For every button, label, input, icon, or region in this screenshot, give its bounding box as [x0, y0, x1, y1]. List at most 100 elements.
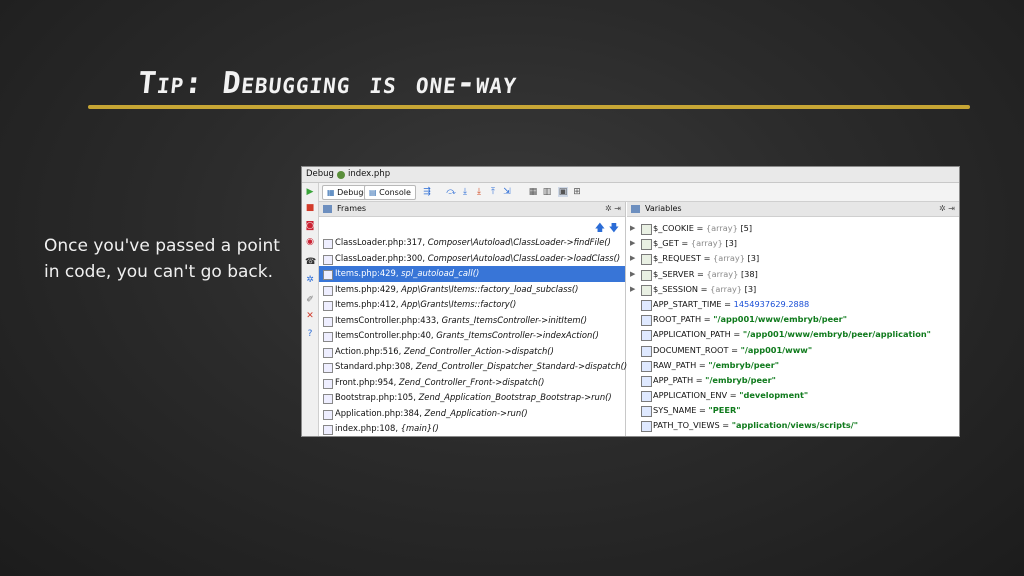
- variable-row[interactable]: APPLICATION_PATH = "/app001/www/embryb/p…: [627, 327, 959, 342]
- step-over-icon[interactable]: ⤼: [446, 187, 456, 197]
- listen-debug-icon[interactable]: ☎: [305, 257, 316, 267]
- debugger-tab-icon: ▦: [327, 188, 335, 197]
- close-icon[interactable]: ✕: [305, 311, 315, 321]
- variable-row[interactable]: ROOT_PATH = "/app001/www/embryb/peer": [627, 312, 959, 327]
- variable-name: $_SERVER =: [653, 268, 707, 279]
- expand-arrow-icon[interactable]: ▶: [630, 267, 635, 282]
- debug-settings-icon[interactable]: ✲: [305, 275, 315, 285]
- variable-value: "/embryb/peer": [708, 359, 780, 370]
- variable-row[interactable]: APP_PATH = "/embryb/peer": [627, 373, 959, 388]
- frames-tools: 🡅 🡇: [319, 217, 625, 235]
- evaluate-expression-icon[interactable]: ▦: [528, 187, 538, 197]
- frame-row[interactable]: ClassLoader.php:317, Composer\Autoload\C…: [319, 235, 625, 251]
- frame-row[interactable]: Bootstrap.php:105, Zend_Application_Boot…: [319, 390, 625, 406]
- frame-location: Items.php:412,: [335, 299, 402, 309]
- frame-row[interactable]: Items.php:429, App\Grants\Items::factory…: [319, 282, 625, 298]
- restore-layout-icon[interactable]: ⊞: [572, 187, 582, 197]
- constant-icon: [641, 299, 652, 311]
- slide-title: Tip: Debugging is one-way: [136, 66, 519, 101]
- frame-row[interactable]: Items.php:412, App\Grants\Items::factory…: [319, 297, 625, 313]
- console-tab-icon: ▤: [369, 188, 377, 197]
- variable-value: "development": [739, 390, 809, 401]
- variable-row[interactable]: ▶ $_COOKIE = {array} [5]: [627, 221, 959, 236]
- frame-function: {main}(): [400, 423, 439, 433]
- variable-row[interactable]: SYS_NAME = "PEER": [627, 403, 959, 418]
- frame-row[interactable]: Application.php:384, Zend_Application->r…: [319, 406, 625, 422]
- variable-row[interactable]: APP_START_TIME = 1454937629.2888: [627, 297, 959, 312]
- variable-count: [3]: [744, 283, 757, 294]
- variable-type: {array}: [705, 223, 741, 233]
- run-to-cursor-icon[interactable]: ⇲: [502, 187, 512, 197]
- variable-value: "/embryb/peer": [705, 374, 776, 385]
- variable-value: "PEER": [708, 405, 741, 416]
- expand-arrow-icon[interactable]: ▶: [630, 282, 635, 297]
- frame-row[interactable]: Items.php:429, spl_autoload_call(): [319, 266, 625, 282]
- variable-row[interactable]: PATH_TO_VIEWS = "application/views/scrip…: [627, 418, 959, 433]
- variable-row[interactable]: APPLICATION_ENV = "development": [627, 388, 959, 403]
- expand-arrow-icon[interactable]: ▶: [630, 221, 635, 236]
- frame-function: Zend_Controller_Dispatcher_Standard->dis…: [415, 361, 628, 371]
- variable-name: TEMP_DIR =: [653, 436, 706, 437]
- step-into-icon[interactable]: ⤓: [460, 187, 470, 197]
- variable-row[interactable]: ▶ $_SESSION = {array} [3]: [627, 282, 959, 297]
- frame-location: index.php:108,: [335, 423, 401, 433]
- layout-icon[interactable]: ▣: [558, 187, 568, 197]
- frame-location: ClassLoader.php:317,: [335, 237, 428, 247]
- frame-row[interactable]: Action.php:516, Zend_Controller_Action->…: [319, 344, 625, 360]
- frame-row[interactable]: index.php:108, {main}(): [319, 421, 625, 436]
- expand-arrow-icon[interactable]: ▶: [630, 251, 635, 266]
- variable-value: 1454937629.2888: [733, 298, 810, 309]
- resume-icon[interactable]: ▶: [305, 187, 315, 197]
- stop-icon[interactable]: ■: [305, 203, 315, 213]
- settings-icon[interactable]: ▥: [542, 187, 552, 197]
- frame-function: App\Grants\Items::factory_load_subclass(…: [401, 283, 579, 294]
- expand-arrow-icon[interactable]: ▶: [630, 236, 635, 251]
- variable-row[interactable]: DOCUMENT_ROOT = "/app001/www": [627, 343, 959, 358]
- pin-icon[interactable]: ✐: [305, 295, 315, 305]
- view-breakpoints-icon[interactable]: ◙: [305, 221, 315, 231]
- frame-function: Composer\Autoload\ClassLoader->findFile(…: [427, 237, 611, 247]
- step-out-icon[interactable]: ⤒: [488, 187, 498, 197]
- variable-name: DOCUMENT_ROOT =: [653, 344, 741, 355]
- variable-name: $_REQUEST =: [653, 253, 714, 264]
- frame-function: Grants_ItemsController->indexAction(): [436, 330, 599, 340]
- constant-icon: [641, 375, 652, 387]
- variable-name: $_SESSION =: [653, 283, 711, 294]
- constant-icon: [641, 391, 652, 403]
- frame-location: Standard.php:308,: [335, 361, 416, 371]
- help-icon[interactable]: ?: [305, 329, 315, 339]
- constant-icon: [641, 330, 652, 342]
- bug-icon: [336, 170, 345, 179]
- variable-row[interactable]: RAW_PATH = "/embryb/peer": [627, 358, 959, 373]
- frame-function: Grants_ItemsController->initItem(): [441, 314, 588, 325]
- constant-icon: [641, 315, 652, 327]
- array-icon: [641, 254, 652, 266]
- frame-icon: [323, 347, 333, 358]
- mute-breakpoints-icon[interactable]: ◉: [305, 237, 315, 247]
- show-execution-point-icon[interactable]: ⇶: [422, 187, 432, 197]
- variable-row[interactable]: TEMP_DIR = "temp": [627, 434, 959, 437]
- variable-row[interactable]: ▶ $_GET = {array} [3]: [627, 236, 959, 251]
- tab-console[interactable]: ▤ Console: [364, 185, 416, 200]
- variables-panel: Variables ✲ ⇥ ▶ $_COOKIE = {array} [5] ▶ $_…: [627, 202, 959, 436]
- frame-row[interactable]: ClassLoader.php:300, Composer\Autoload\C…: [319, 251, 625, 267]
- debug-window-title: Debug index.php: [302, 167, 959, 183]
- frame-row[interactable]: ItemsController.php:40, Grants_ItemsCont…: [319, 328, 625, 344]
- frame-row[interactable]: Standard.php:308, Zend_Controller_Dispat…: [319, 359, 628, 375]
- frame-icon: [323, 270, 333, 280]
- variable-type: {array}: [710, 283, 745, 294]
- force-step-into-icon[interactable]: ⤓: [474, 187, 484, 197]
- panel-options-icon[interactable]: ✲ ⇥: [605, 202, 621, 216]
- frame-icon: [323, 332, 333, 342]
- variable-type: {array}: [690, 238, 726, 249]
- variable-row[interactable]: ▶ $_REQUEST = {array} [3]: [627, 251, 959, 266]
- frame-row[interactable]: Front.php:954, Zend_Controller_Front->di…: [319, 375, 625, 391]
- variable-count: [5]: [740, 223, 753, 233]
- frame-icon: [323, 254, 333, 265]
- debug-toolbar: ▦ Debugger ▤ Console ⇶ ⤼ ⤓ ⤓ ⤒ ⇲ ▦ ▥ ▣ ⊞: [302, 183, 959, 202]
- variables-options-icon[interactable]: ✲ ⇥: [939, 202, 955, 216]
- constant-icon: [641, 421, 652, 433]
- frame-function: Zend_Controller_Front->dispatch(): [398, 376, 545, 387]
- frame-row[interactable]: ItemsController.php:433, Grants_ItemsCon…: [319, 313, 625, 329]
- variable-row[interactable]: ▶ $_SERVER = {array} [38]: [627, 267, 959, 282]
